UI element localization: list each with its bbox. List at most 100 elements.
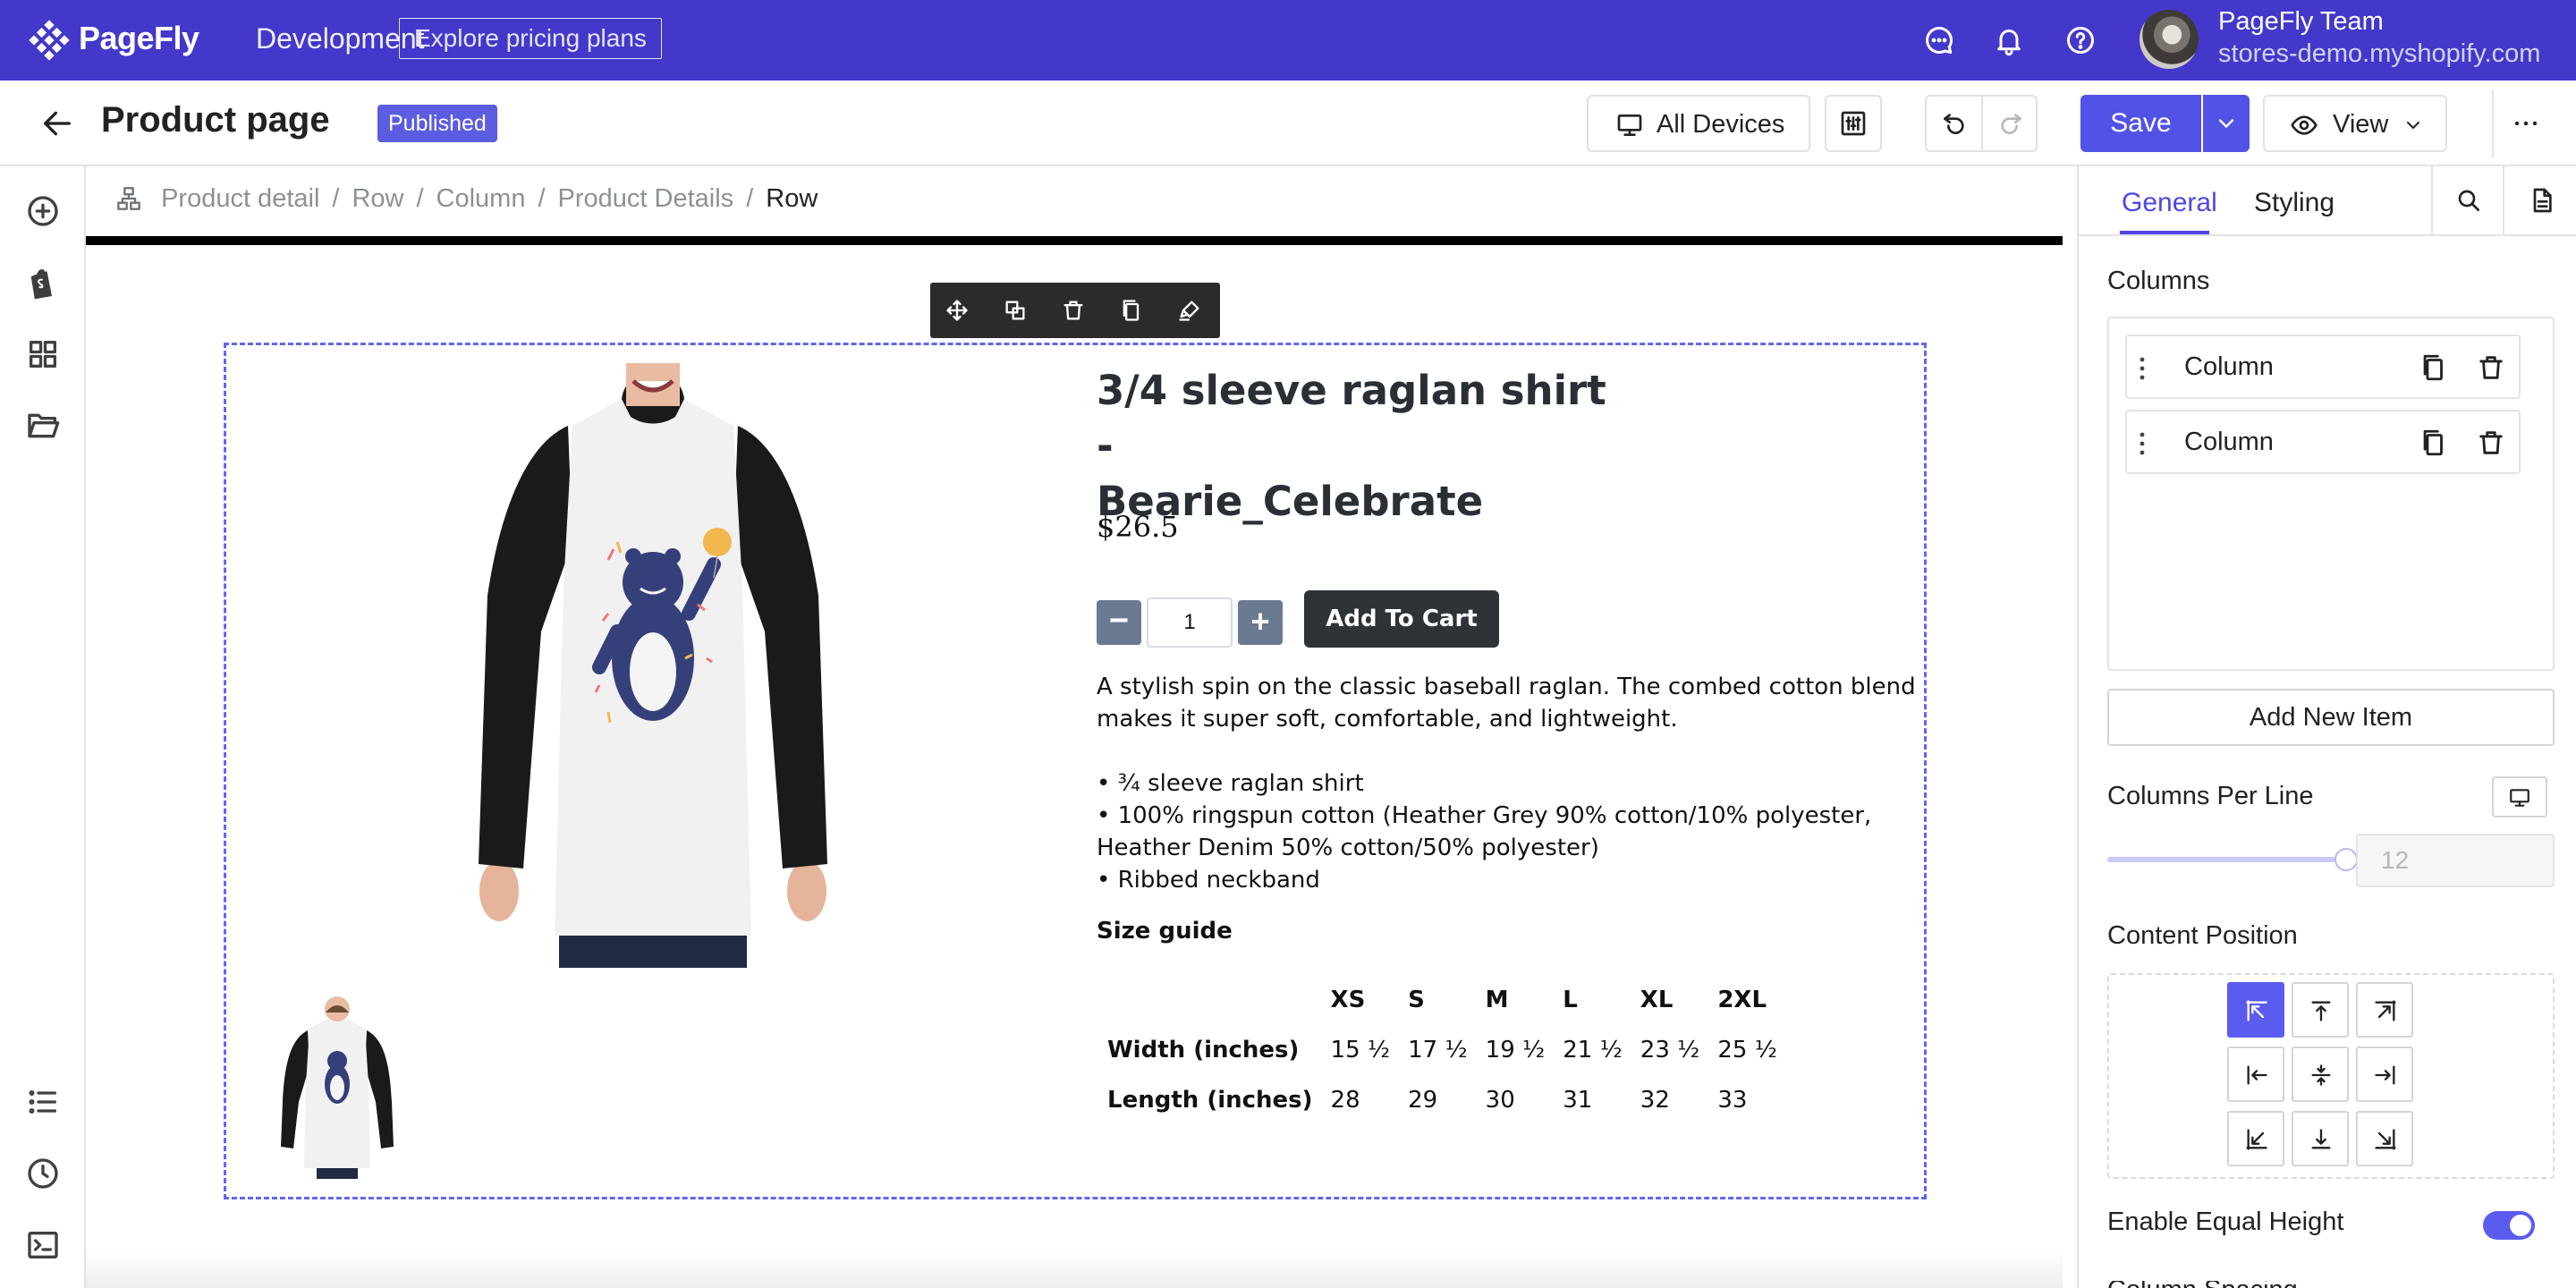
save-button[interactable]: Save [2080,95,2201,152]
table-cell: 31 [1563,1087,1593,1114]
canvas-bottom-shadow [86,1252,2063,1288]
breadcrumb-item[interactable]: Column [436,184,526,213]
paint-icon[interactable] [1177,298,1202,323]
position-bottom-center-button[interactable] [2292,1111,2349,1166]
device-toggle-button[interactable] [2492,776,2547,818]
panel-tabs: General Styling [2079,166,2576,236]
all-devices-button[interactable]: All Devices [1587,95,1810,152]
size-guide-table: XS S M L XL 2XL Width (inches) 15 ½ 17 ½… [1097,975,1784,1125]
table-header-cell: L [1563,987,1578,1013]
table-header-cell [1097,975,1320,1025]
columns-per-line-slider[interactable] [2107,857,2349,862]
document-button[interactable] [2503,166,2576,234]
page-settings-button[interactable] [1825,95,1882,152]
avatar[interactable] [2140,10,2199,69]
table-header-cell: 2XL [1717,987,1767,1013]
undo-icon[interactable] [1940,109,1969,138]
team-name[interactable]: PageFly Team [2218,7,2384,37]
explore-pricing-button[interactable]: Explore pricing plans [399,18,662,59]
brand-name: PageFly [79,20,199,56]
monitor-icon [2510,789,2529,807]
content-position-label: Content Position [2107,921,2298,950]
add-to-cart-button[interactable]: Add To Cart [1304,590,1499,648]
table-row-label: Length (inches) [1107,1087,1313,1114]
code-editor-icon[interactable] [25,1227,61,1263]
position-top-left-button[interactable] [2227,982,2284,1038]
table-row: Length (inches) 28 29 30 31 32 33 [1097,1075,1784,1125]
table-header-row: XS S M L XL 2XL [1097,975,1784,1025]
bell-icon[interactable] [1993,24,2025,56]
slider-handle[interactable] [2334,848,2358,871]
position-top-right-button[interactable] [2356,982,2413,1038]
breadcrumb-item[interactable]: Product detail [161,184,319,213]
product-description: A stylish spin on the classic baseball r… [1097,671,1919,896]
chat-icon[interactable] [1923,24,1955,56]
history-icon[interactable] [25,1156,61,1191]
table-cell: 28 [1330,1087,1360,1114]
list-item[interactable]: Column [2125,410,2521,474]
delete-icon[interactable] [2476,428,2506,458]
drag-handle-icon[interactable] [2136,429,2148,458]
folder-icon[interactable] [25,408,61,444]
table-cell: 25 ½ [1717,1037,1777,1063]
copy-icon[interactable] [1119,298,1144,323]
drag-handle-icon[interactable] [2136,354,2148,383]
size-guide-title: Size guide [1097,918,1233,945]
columns-per-line-input[interactable]: 12 [2356,834,2555,887]
breadcrumb-item[interactable]: Row [352,184,403,213]
table-cell: 19 ½ [1485,1037,1546,1063]
copy-icon[interactable] [2419,428,2449,458]
position-middle-left-button[interactable] [2227,1046,2284,1102]
save-options-button[interactable] [2203,95,2250,152]
more-horizontal-icon [2514,121,2538,126]
duplicate-icon[interactable] [1003,298,1028,323]
grid-icon[interactable] [25,336,61,372]
product-thumbnail[interactable] [281,995,394,1179]
product-main-image[interactable] [474,363,832,968]
quantity-increase-button[interactable]: + [1238,600,1283,645]
delete-icon[interactable] [1061,298,1086,323]
tab-styling[interactable]: Styling [2254,188,2334,218]
pagefly-logo-icon[interactable] [27,18,72,63]
list-icon[interactable] [25,1084,61,1120]
add-new-item-button[interactable]: Add New Item [2107,689,2555,746]
breadcrumb-separator: / [416,183,424,213]
help-icon[interactable] [2064,24,2097,56]
page-title: Product page [101,100,330,140]
move-icon[interactable] [945,298,970,323]
breadcrumb-item[interactable]: Product Details [558,184,734,213]
status-badge: Published [377,105,497,142]
left-toolbar [0,166,86,1288]
position-bottom-right-button[interactable] [2356,1111,2413,1166]
quantity-input[interactable]: 1 [1147,597,1233,648]
equal-height-toggle[interactable] [2483,1211,2535,1240]
align-center-icon [2311,1064,2331,1086]
position-center-button[interactable] [2292,1046,2349,1102]
redo-icon[interactable] [1996,109,2025,138]
quantity-decrease-button[interactable]: − [1097,600,1141,645]
add-element-icon[interactable] [25,193,61,229]
back-arrow-icon[interactable] [39,106,75,141]
search-button[interactable] [2431,166,2503,234]
list-item[interactable]: Column [2125,335,2521,399]
delete-icon[interactable] [2476,352,2506,383]
position-top-center-button[interactable] [2292,982,2349,1038]
product-price: $26.5 [1097,510,1179,544]
table-cell: 15 ½ [1330,1037,1391,1063]
table-cell: 23 ½ [1640,1037,1700,1063]
position-middle-right-button[interactable] [2356,1046,2413,1102]
position-bottom-left-button[interactable] [2227,1111,2284,1166]
tab-general[interactable]: General [2122,188,2217,218]
copy-icon[interactable] [2419,352,2449,383]
more-options-button[interactable] [2492,89,2546,157]
description-paragraph: A stylish spin on the classic baseball r… [1097,674,1916,733]
view-button[interactable]: View [2263,95,2447,152]
table-cell: 33 [1717,1087,1748,1114]
monitor-icon [1617,114,1642,136]
properties-panel: General Styling Columns Column Column Ad… [2077,166,2576,1288]
arrow-top-right-icon [2375,1000,2396,1021]
shopify-icon[interactable] [25,265,61,301]
store-domain[interactable]: stores-demo.myshopify.com [2218,39,2540,69]
chevron-down-icon [2218,119,2234,128]
arrow-bottom-icon [2311,1129,2331,1149]
